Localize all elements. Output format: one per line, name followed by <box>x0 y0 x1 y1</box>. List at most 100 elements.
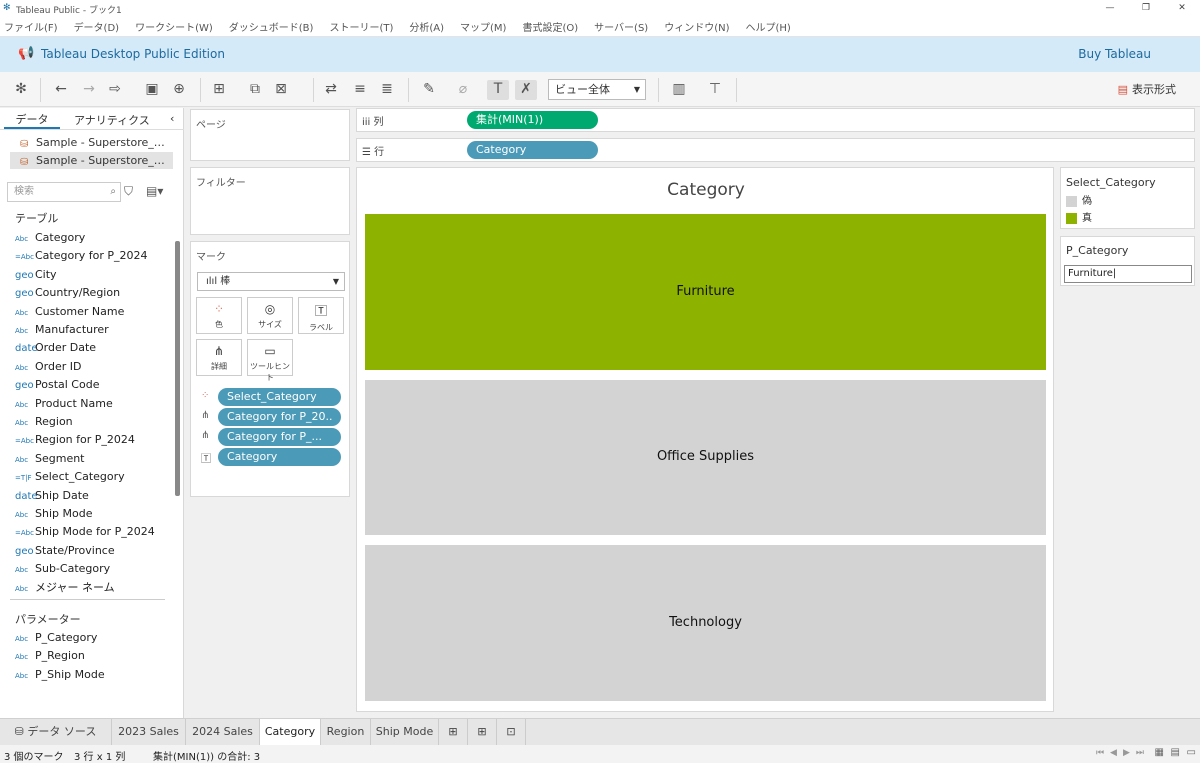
sort-ascending-icon[interactable]: ≡ <box>351 80 369 100</box>
legend-item-true[interactable]: 真 <box>1066 213 1092 225</box>
show-me-button[interactable]: ▤ 表示形式 <box>1118 81 1176 97</box>
marks-pill-category-for-p[interactable]: Category for P_... <box>218 428 341 446</box>
duplicate-sheet-icon[interactable]: ⧉ <box>246 80 264 100</box>
field-item[interactable]: =AbcShip Mode for P_2024 <box>15 523 155 541</box>
field-item[interactable]: Abc Ship Mode <box>15 505 92 523</box>
color-button[interactable]: ⁘ 色 <box>196 297 242 334</box>
menu-server[interactable]: サーバー(S) <box>594 19 648 34</box>
field-item[interactable]: Abc Region <box>15 413 73 431</box>
field-item[interactable]: geoPostal Code <box>15 376 99 394</box>
datasource-item-selected[interactable]: ⛁ Sample - Superstore_… <box>10 152 173 169</box>
field-search-input[interactable]: 検索 ⌕ <box>7 182 121 202</box>
parameter-input[interactable]: Furniture| <box>1064 265 1192 283</box>
grid-view-icon[interactable]: ▦ <box>1155 747 1164 758</box>
parameter-item[interactable]: Abc P_Ship Mode <box>15 666 105 684</box>
fix-axes-icon[interactable]: ✗ <box>515 80 537 100</box>
pages-card[interactable]: ページ <box>190 109 350 161</box>
menu-analysis[interactable]: 分析(A) <box>409 19 444 34</box>
marks-pill-category-for-p2024[interactable]: Category for P_20.. <box>218 408 341 426</box>
tab-analytics[interactable]: アナリティクス <box>74 112 150 128</box>
tab-region[interactable]: Region <box>321 719 371 745</box>
field-item[interactable]: Abc Segment <box>15 450 85 468</box>
columns-pill[interactable]: 集計(MIN(1)) <box>467 111 598 129</box>
menu-window[interactable]: ウィンドウ(N) <box>664 19 729 34</box>
field-item[interactable]: Abc Category <box>15 229 85 247</box>
bar-furniture[interactable]: Furniture <box>365 214 1046 370</box>
show-mark-labels-icon[interactable]: T <box>487 80 509 100</box>
tab-2023-sales[interactable]: 2023 Sales <box>112 719 186 745</box>
new-story-tab-icon[interactable]: ⊡ <box>497 719 526 745</box>
clear-sheet-icon[interactable]: ⊠ <box>272 80 290 100</box>
bar-technology[interactable]: Technology <box>365 545 1046 701</box>
tab-datasource[interactable]: ⛁ データ ソース <box>0 719 112 745</box>
columns-shelf[interactable]: iii 列 集計(MIN(1)) <box>356 108 1195 132</box>
redo-icon[interactable]: → <box>80 80 98 100</box>
minimize-icon[interactable]: — <box>1092 0 1128 17</box>
bar-office-supplies[interactable]: Office Supplies <box>365 379 1046 536</box>
field-item[interactable]: Abc Product Name <box>15 395 113 413</box>
field-item[interactable]: =T|F Select_Category <box>15 468 125 486</box>
new-worksheet-tab-icon[interactable]: ⊞ <box>439 719 468 745</box>
field-item[interactable]: Abc メジャー ネーム <box>15 579 115 597</box>
field-item[interactable]: dateOrder Date <box>15 339 96 357</box>
tooltip-button[interactable]: ▭ ツールヒント <box>247 339 293 382</box>
collapse-pane-icon[interactable]: ‹ <box>170 112 174 125</box>
close-icon[interactable]: ✕ <box>1164 0 1200 17</box>
fit-select[interactable]: ビュー全体 ▼ <box>548 79 646 100</box>
label-button[interactable]: 🅃 ラベル <box>298 297 344 334</box>
detail-button[interactable]: ⋔ 詳細 <box>196 339 242 376</box>
menu-dashboard[interactable]: ダッシュボード(B) <box>229 19 314 34</box>
show-cards-icon[interactable]: ▥ <box>670 80 688 100</box>
swap-rows-columns-icon[interactable]: ⇄ <box>322 80 340 100</box>
field-item[interactable]: Abc Manufacturer <box>15 321 109 339</box>
new-datasource-icon[interactable]: ⊕ <box>170 80 188 100</box>
data-pane-scrollbar[interactable] <box>175 241 180 496</box>
undo-icon[interactable]: ← <box>52 80 70 100</box>
restore-icon[interactable]: ❐ <box>1128 0 1164 17</box>
field-item[interactable]: =AbcRegion for P_2024 <box>15 431 135 449</box>
menu-help[interactable]: ヘルプ(H) <box>746 19 791 34</box>
presentation-mode-icon[interactable]: ⊤ <box>706 80 724 100</box>
field-item[interactable]: =AbcCategory for P_2024 <box>15 247 148 265</box>
menu-file[interactable]: ファイル(F) <box>4 19 58 34</box>
field-item[interactable]: Abc Customer Name <box>15 303 124 321</box>
parameter-item[interactable]: Abc P_Region <box>15 647 85 665</box>
field-item[interactable]: geoCountry/Region <box>15 284 120 302</box>
tab-2024-sales[interactable]: 2024 Sales <box>186 719 260 745</box>
field-item[interactable]: Abc Order ID <box>15 358 81 376</box>
group-members-icon[interactable]: ⌀ <box>454 80 472 100</box>
tabs-view-icon[interactable]: ▭ <box>1187 747 1196 758</box>
filter-icon[interactable]: ⛉ <box>124 184 133 199</box>
sort-descending-icon[interactable]: ≣ <box>378 80 396 100</box>
datasource-item[interactable]: ⛁ Sample - Superstore_… <box>10 134 173 151</box>
tab-ship-mode[interactable]: Ship Mode <box>371 719 439 745</box>
marks-pill-select-category[interactable]: Select_Category <box>218 388 341 406</box>
rows-shelf[interactable]: ☰ 行 Category <box>356 138 1195 162</box>
field-item[interactable]: dateShip Date <box>15 487 89 505</box>
tab-category[interactable]: Category <box>260 719 321 745</box>
size-button[interactable]: ◎ サイズ <box>247 297 293 334</box>
highlight-icon[interactable]: ✎ <box>420 80 438 100</box>
menu-format[interactable]: 書式設定(O) <box>522 19 578 34</box>
field-item[interactable]: geoCity <box>15 266 57 284</box>
field-item[interactable]: geoState/Province <box>15 542 115 560</box>
mark-type-select[interactable]: ılıl 棒 ▼ <box>197 272 345 291</box>
menu-worksheet[interactable]: ワークシート(W) <box>135 19 213 34</box>
rows-pill[interactable]: Category <box>467 141 598 159</box>
field-item[interactable]: Abc Sub-Category <box>15 560 110 578</box>
marks-pill-category[interactable]: Category <box>218 448 341 466</box>
tableau-logo-button-icon[interactable]: ✻ <box>12 80 30 100</box>
filters-card[interactable]: フィルター <box>190 167 350 235</box>
new-dashboard-tab-icon[interactable]: ⊞ <box>468 719 497 745</box>
legend-item-false[interactable]: 偽 <box>1066 196 1092 208</box>
parameter-item[interactable]: Abc P_Category <box>15 629 97 647</box>
menu-map[interactable]: マップ(M) <box>460 19 506 34</box>
sheet-nav-buttons[interactable]: ⏮◀▶⏭ <box>1096 748 1150 758</box>
save-icon[interactable]: ▣ <box>143 80 161 100</box>
menu-data[interactable]: データ(D) <box>74 19 120 34</box>
replay-icon[interactable]: ⇨ <box>106 80 124 100</box>
filmstrip-view-icon[interactable]: ▤ <box>1171 747 1180 758</box>
tab-data[interactable]: データ <box>4 111 60 129</box>
new-worksheet-icon[interactable]: ⊞ <box>210 80 228 100</box>
buy-tableau-link[interactable]: Buy Tableau <box>1078 47 1151 61</box>
